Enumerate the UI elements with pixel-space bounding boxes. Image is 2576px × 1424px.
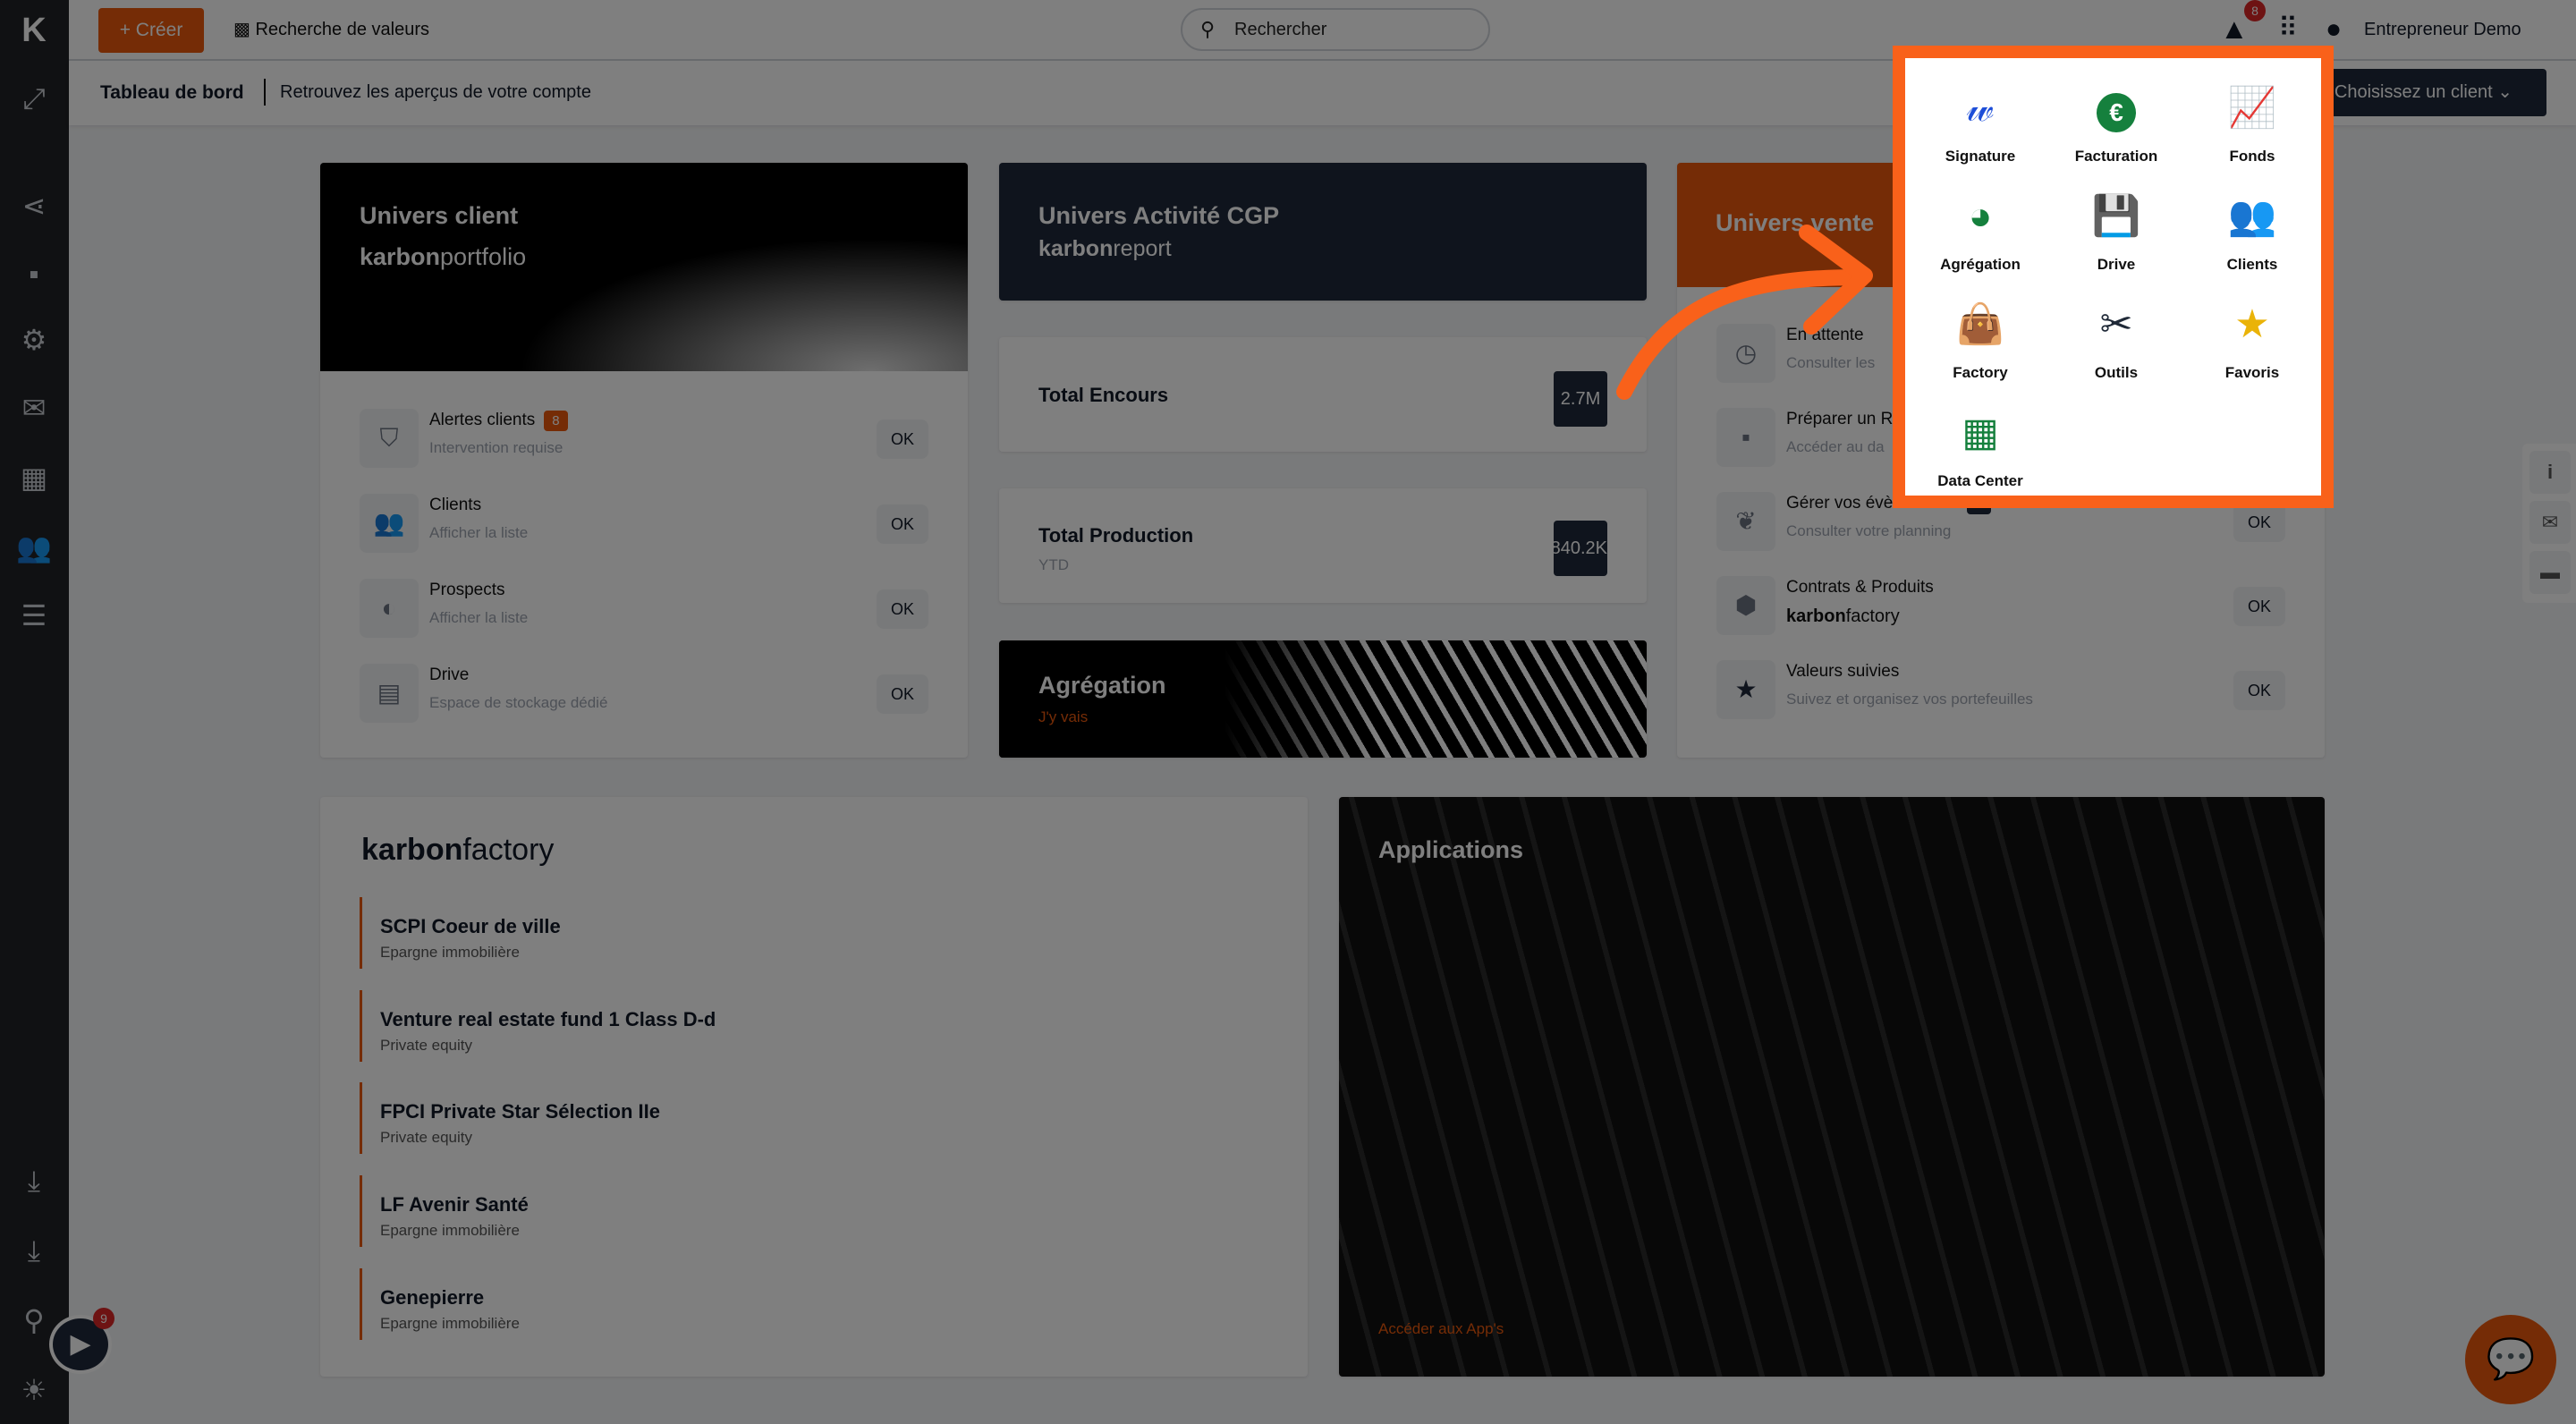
app-label: Signature: [1945, 148, 2016, 165]
app-agrégation[interactable]: ◕ Agrégation: [1912, 190, 2048, 288]
app-drive[interactable]: 💾 Drive: [2048, 190, 2184, 288]
app-data-center[interactable]: ▦ Data Center: [1912, 406, 2048, 504]
pie-chart-icon: ◕: [1968, 194, 1993, 238]
app-label: Factory: [1953, 364, 2008, 381]
app-label: Fonds: [2229, 148, 2275, 165]
app-label: Outils: [2094, 364, 2139, 381]
app-signature[interactable]: 𝓌 Signature: [1912, 81, 2048, 180]
app-label: Clients: [2226, 256, 2278, 273]
app-label: Facturation: [2074, 148, 2158, 165]
app-favoris[interactable]: ★ Favoris: [2184, 298, 2320, 396]
highlight-arrow: [1616, 225, 1873, 400]
apps-menu-popup: 𝓌 Signature € Facturation 📈 Fonds ◕ Agrégation 💾…: [1893, 46, 2334, 508]
euro-icon: €: [2048, 81, 2184, 135]
floppy-disk-icon: 💾: [2091, 194, 2141, 238]
signature-icon: 𝓌: [1966, 86, 1995, 130]
presentation-chart-icon: 📈: [2227, 86, 2277, 130]
app-label: Agrégation: [1940, 256, 2021, 273]
app-label: Data Center: [1937, 472, 2023, 489]
app-clients[interactable]: 👥 Clients: [2184, 190, 2320, 288]
app-label: Favoris: [2224, 364, 2280, 381]
table-icon: ▦: [1962, 411, 1999, 454]
app-fonds[interactable]: 📈 Fonds: [2184, 81, 2320, 180]
app-outils[interactable]: ✂ Outils: [2048, 298, 2184, 396]
shopping-bag-icon: 👜: [1955, 302, 2005, 346]
star-icon: ★: [2234, 302, 2270, 346]
users-icon: 👥: [2227, 194, 2277, 238]
app-label: Drive: [2097, 256, 2136, 273]
tools-icon: ✂: [2099, 302, 2133, 346]
app-factory[interactable]: 👜 Factory: [1912, 298, 2048, 396]
app-facturation[interactable]: € Facturation: [2048, 81, 2184, 180]
